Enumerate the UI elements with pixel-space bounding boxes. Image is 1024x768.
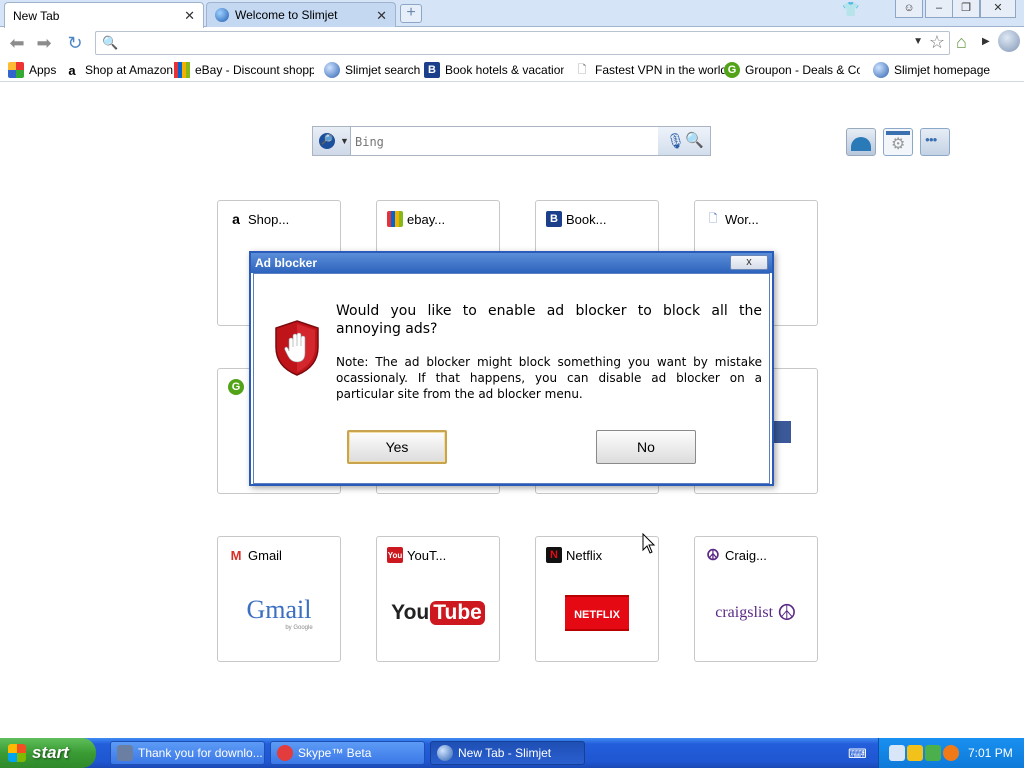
bookmark-slimjet-homepage[interactable]: Slimjet homepage xyxy=(873,62,990,78)
microphone-icon: 🎙 xyxy=(666,133,686,150)
amazon-icon: a xyxy=(232,211,240,227)
window-close-button[interactable]: ✕ xyxy=(980,0,1016,18)
tab-new-tab[interactable]: New Tab ✕ xyxy=(4,2,204,28)
network-icon[interactable] xyxy=(889,745,905,761)
bookmark-star-icon[interactable]: ☆ xyxy=(929,32,945,53)
bookmark-groupon[interactable]: G Groupon - Deals & Coup xyxy=(724,62,860,78)
groupon-icon: G xyxy=(228,379,244,395)
search-engine-selector[interactable]: 🔎 ▼ xyxy=(313,127,351,155)
system-clock: 7:01 PM xyxy=(968,746,1013,760)
close-icon[interactable]: ✕ xyxy=(376,9,387,22)
yes-button[interactable]: Yes xyxy=(347,430,447,464)
close-icon[interactable]: ✕ xyxy=(184,9,195,22)
globe-icon xyxy=(215,8,229,22)
mouse-cursor-icon xyxy=(642,533,656,554)
taskbar-item-skype[interactable]: Skype™ Beta xyxy=(270,741,425,765)
minimize-button[interactable]: – xyxy=(925,0,953,18)
new-tab-button[interactable]: + xyxy=(400,4,422,23)
gmail-logo: Gmail by Google xyxy=(246,595,313,631)
home-icon[interactable]: ⌂ xyxy=(956,32,967,53)
taskbar-item-slimjet[interactable]: New Tab - Slimjet xyxy=(430,741,585,765)
shield-hand-icon xyxy=(275,320,319,376)
bookmark-amazon[interactable]: a Shop at Amazon xyxy=(64,62,173,78)
shirt-icon[interactable]: 👕 xyxy=(840,1,862,19)
windows-logo-icon xyxy=(8,744,26,762)
security-shield-icon[interactable] xyxy=(907,745,923,761)
back-arrow-icon[interactable]: ⬅ xyxy=(6,32,28,54)
keyboard-icon[interactable]: ⌨ xyxy=(848,746,868,761)
dialog-title: Ad blocker xyxy=(255,256,318,270)
amazon-icon: a xyxy=(68,62,76,78)
gmail-icon: M xyxy=(230,547,242,563)
search-input[interactable] xyxy=(355,133,655,151)
bookmark-ebay[interactable]: eBay - Discount shoppin xyxy=(174,62,314,78)
ebay-icon xyxy=(387,211,403,227)
installer-icon xyxy=(117,745,133,761)
globe-icon xyxy=(324,62,340,78)
youtube-logo: You Tube xyxy=(387,573,489,653)
tab-title: Welcome to Slimjet xyxy=(235,8,338,22)
address-bar[interactable]: 🔍 ▼ ☆ xyxy=(95,31,950,55)
page-icon: 🗋 xyxy=(577,63,587,76)
toolbar: ⬅ ➡ ↻ 🔍 ▼ ☆ xyxy=(0,28,1024,58)
address-input[interactable] xyxy=(120,34,910,52)
skype-icon xyxy=(277,745,293,761)
start-button[interactable]: start xyxy=(0,738,96,768)
netflix-logo: NETFLIX xyxy=(546,573,648,653)
ad-blocker-dialog: Ad blocker x Would you like to enable ad… xyxy=(249,251,774,486)
search-tray-icon[interactable] xyxy=(943,745,959,761)
reload-icon[interactable]: ↻ xyxy=(64,32,86,54)
globe-icon xyxy=(437,745,453,761)
booking-icon: B xyxy=(424,62,440,78)
taskbar-item-thank-you[interactable]: Thank you for downlo... xyxy=(110,741,265,765)
dialog-title-bar[interactable]: Ad blocker xyxy=(251,253,772,273)
search-icon: 🔎 xyxy=(319,133,335,149)
user-icon[interactable]: ☺ xyxy=(895,0,923,18)
tile-youtube[interactable]: You YouT... You Tube xyxy=(376,536,500,662)
tile-netflix[interactable]: N Netflix NETFLIX xyxy=(535,536,659,662)
booking-icon: B xyxy=(546,211,562,227)
voice-search-button[interactable]: 🎙 🔍 xyxy=(658,127,710,155)
youtube-icon: You xyxy=(387,547,403,563)
page-icon: 🗋 xyxy=(708,212,718,225)
bookmark-slimjet-search[interactable]: Slimjet search xyxy=(324,62,420,78)
search-icon[interactable]: 🔍 xyxy=(685,131,704,149)
dialog-note: Note: The ad blocker might block somethi… xyxy=(336,355,762,401)
chevron-right-icon[interactable]: ▶ xyxy=(982,36,990,47)
newtab-search-bar: 🔎 ▼ 🎙 🔍 xyxy=(312,126,711,156)
tray-app-icon[interactable] xyxy=(925,745,941,761)
apps-grid-icon xyxy=(8,62,24,78)
groupon-icon: G xyxy=(724,62,740,78)
skin-tool-icon[interactable] xyxy=(846,128,876,156)
tile-gmail[interactable]: M Gmail Gmail by Google xyxy=(217,536,341,662)
bookmark-vpn[interactable]: 🗋 Fastest VPN in the world xyxy=(574,62,728,78)
peace-icon: ☮ xyxy=(777,600,797,625)
dialog-close-button[interactable]: x xyxy=(730,255,768,270)
tile-craigslist[interactable]: ☮ Craig... craigslist ☮ xyxy=(694,536,818,662)
ebay-icon xyxy=(174,62,190,78)
tab-title: New Tab xyxy=(13,8,60,23)
restore-button[interactable]: ❐ xyxy=(952,0,980,18)
tab-welcome-slimjet[interactable]: Welcome to Slimjet ✕ xyxy=(206,2,396,27)
tab-strip: New Tab ✕ Welcome to Slimjet ✕ + 👕 ☺ – ❐… xyxy=(0,0,1024,28)
users-tool-icon[interactable] xyxy=(920,128,950,156)
netflix-icon: N xyxy=(546,547,562,563)
chevron-down-icon[interactable]: ▼ xyxy=(913,36,923,47)
settings-tool-icon[interactable] xyxy=(883,128,913,156)
bookmark-apps[interactable]: Apps xyxy=(8,62,56,78)
dialog-body: Would you like to enable ad blocker to b… xyxy=(253,273,770,484)
bookmark-booking[interactable]: B Book hotels & vacation r xyxy=(424,62,564,78)
settings-globe-icon[interactable] xyxy=(998,30,1020,52)
search-icon: 🔍 xyxy=(102,35,119,50)
forward-arrow-icon[interactable]: ➡ xyxy=(33,32,55,54)
globe-icon xyxy=(873,62,889,78)
no-button[interactable]: No xyxy=(596,430,696,464)
craigslist-logo: craigslist ☮ xyxy=(715,600,797,625)
dialog-question: Would you like to enable ad blocker to b… xyxy=(336,303,762,337)
taskbar: start Thank you for downlo... Skype™ Bet… xyxy=(0,738,1024,768)
peace-icon: ☮ xyxy=(706,547,720,564)
chevron-down-icon: ▼ xyxy=(340,136,349,146)
